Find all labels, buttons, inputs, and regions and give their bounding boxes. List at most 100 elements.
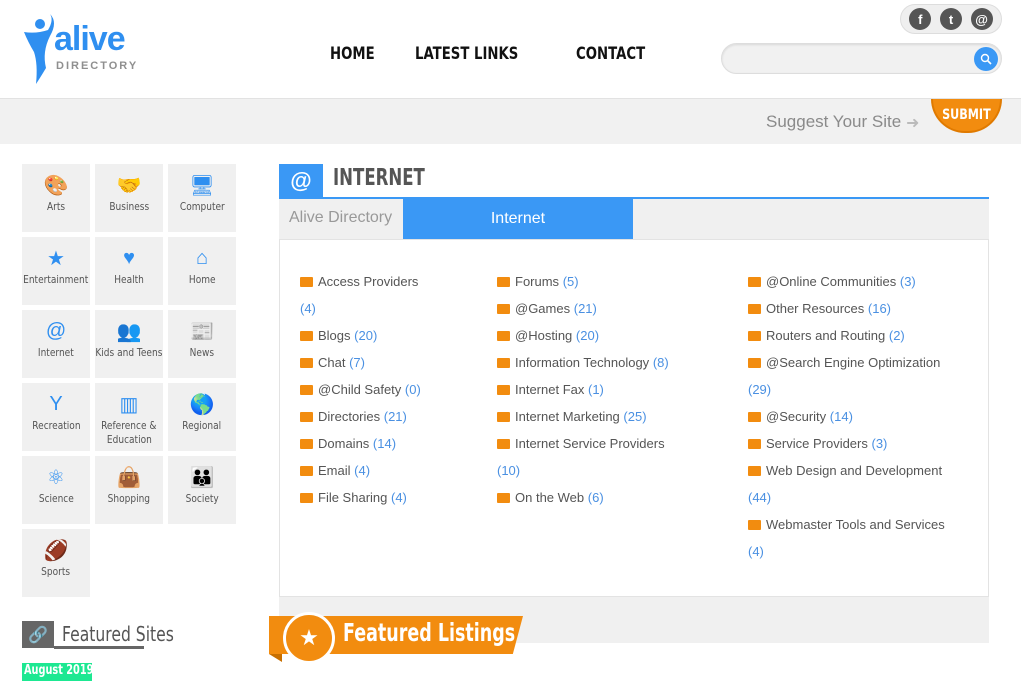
- star-badge-icon: ★: [283, 612, 335, 664]
- subcategory-name: Internet Fax: [515, 382, 585, 397]
- suggest-site-link[interactable]: Suggest Your Site: [766, 112, 901, 132]
- category-label: Regional: [182, 419, 222, 432]
- subcategory-count: (14): [829, 409, 853, 424]
- category-tile-science[interactable]: ⚛ Science: [22, 456, 90, 524]
- category-tile-society[interactable]: 👪 Society: [168, 456, 236, 524]
- subcategory-link[interactable]: Internet Service Providers: [497, 434, 737, 461]
- subcategory-name: Chat: [318, 355, 346, 370]
- category-label: Reference &: [101, 419, 157, 432]
- subcategory-name: @Online Communities: [766, 274, 897, 289]
- category-tile-recreation[interactable]: Y Recreation: [22, 383, 90, 451]
- subcategory-link[interactable]: Service Providers (3): [748, 434, 988, 461]
- subcategory-count: (7): [349, 355, 365, 370]
- subcategory-column-2: Forums (5) @Games (21) @Hosting (20) Inform…: [497, 272, 737, 515]
- search-input[interactable]: [722, 44, 962, 73]
- shopping-bag-icon: 👜: [116, 466, 142, 489]
- group-icon: 👪: [189, 466, 215, 489]
- category-tile-home[interactable]: ⌂ Home: [168, 237, 236, 305]
- subcategory-name: @Games: [515, 301, 571, 316]
- subcategory-count-row: (4): [748, 542, 988, 569]
- folder-icon: [748, 304, 761, 314]
- subcategory-count: (4): [391, 490, 407, 505]
- subcategory-name: @Search Engine Optimization: [766, 355, 941, 370]
- search-box: [721, 43, 1002, 74]
- folder-icon: [748, 331, 761, 341]
- subcategory-count: (6): [587, 490, 604, 505]
- category-label: Kids and Teens: [95, 346, 163, 359]
- nav-latest-links[interactable]: LATEST LINKS: [415, 44, 518, 64]
- folder-icon: [748, 277, 761, 287]
- subcategory-count: (20): [354, 328, 378, 343]
- nav-home[interactable]: HOME: [330, 44, 375, 64]
- category-tile-news[interactable]: 📰 News: [168, 310, 236, 378]
- newspaper-icon: 📰: [189, 320, 215, 343]
- submit-label: SUBMIT: [942, 107, 991, 123]
- category-tile-arts[interactable]: 🎨 Arts: [22, 164, 90, 232]
- subcategory-name: File Sharing: [318, 490, 388, 505]
- subcategory-link[interactable]: @Online Communities (3): [748, 272, 988, 299]
- subcategory-link[interactable]: Internet Fax (1): [497, 380, 737, 407]
- folder-icon: [497, 493, 510, 503]
- featured-date-badge: August 2019: [22, 663, 92, 681]
- subcategory-name: Other Resources: [766, 301, 865, 316]
- category-tile-reference[interactable]: ▥ Reference & Education: [95, 383, 163, 451]
- folder-icon: [497, 412, 510, 422]
- subcategory-count: (21): [383, 409, 407, 424]
- subcategory-link[interactable]: Forums (5): [497, 272, 737, 299]
- subcategory-link[interactable]: @Security (14): [748, 407, 988, 434]
- person-arms-up-icon: Y: [49, 392, 63, 415]
- category-tile-regional[interactable]: 🌎 Regional: [168, 383, 236, 451]
- subcategory-count: (4): [354, 463, 371, 478]
- social-links: f t @: [900, 4, 1002, 34]
- folder-icon: [300, 385, 313, 395]
- subcategory-name: Webmaster Tools and Services: [766, 517, 945, 532]
- site-logo[interactable]: alive DIRECTORY: [20, 12, 150, 84]
- subcategory-link[interactable]: Routers and Routing (2): [748, 326, 988, 353]
- folder-icon: [497, 331, 510, 341]
- category-tile-shopping[interactable]: 👜 Shopping: [95, 456, 163, 524]
- folder-icon: [300, 493, 313, 503]
- folder-icon: [748, 520, 761, 530]
- category-label: Home: [188, 273, 216, 286]
- subcategory-link[interactable]: On the Web (6): [497, 488, 737, 515]
- subcategory-link[interactable]: Webmaster Tools and Services: [748, 515, 988, 542]
- search-button[interactable]: [974, 47, 998, 71]
- breadcrumb-home[interactable]: Alive Directory: [289, 209, 392, 227]
- category-tile-business[interactable]: 🤝 Business: [95, 164, 163, 232]
- subcategory-link[interactable]: @Search Engine Optimization: [748, 353, 988, 380]
- subcategory-name: Email: [318, 463, 351, 478]
- subcategory-name: Internet Marketing: [515, 409, 620, 424]
- subcategory-link[interactable]: @Hosting (20): [497, 326, 737, 353]
- facebook-icon[interactable]: f: [909, 8, 932, 30]
- subcategory-name: Directories: [318, 409, 381, 424]
- category-tile-internet[interactable]: @ Internet: [22, 310, 90, 378]
- category-tile-kids-and-teens[interactable]: 👥 Kids and Teens: [95, 310, 163, 378]
- subcategory-link[interactable]: @Games (21): [497, 299, 737, 326]
- subcategory-link[interactable]: Information Technology (8): [497, 353, 737, 380]
- subcategory-count: (16): [867, 301, 892, 316]
- arrow-right-icon: ➜: [906, 115, 920, 132]
- subcategory-name: @Child Safety: [318, 382, 402, 397]
- subcategory-name: Forums: [515, 274, 560, 289]
- subcategory-count-row: (44): [748, 488, 988, 515]
- subcategory-count: (1): [588, 382, 604, 397]
- subcategory-link[interactable]: Web Design and Development: [748, 461, 988, 488]
- nav-contact[interactable]: CONTACT: [576, 44, 645, 64]
- subcategory-count: (4): [748, 544, 764, 559]
- subcategory-link[interactable]: Other Resources (16): [748, 299, 988, 326]
- twitter-icon[interactable]: t: [939, 8, 962, 30]
- category-tile-entertainment[interactable]: ★ Entertainment: [22, 237, 90, 305]
- globe-icon: 🌎: [189, 393, 215, 416]
- subcategory-count-row: (10): [497, 461, 737, 488]
- category-label: Shopping: [107, 492, 151, 505]
- category-tile-sports[interactable]: 🏈 Sports: [22, 529, 90, 597]
- subcategory-link[interactable]: Internet Marketing (25): [497, 407, 737, 434]
- subcategory-count: (4): [300, 301, 316, 316]
- category-label: Recreation: [31, 419, 81, 432]
- folder-icon: [748, 466, 761, 476]
- category-label: News: [189, 346, 215, 359]
- email-icon[interactable]: @: [970, 8, 993, 30]
- category-tile-health[interactable]: ♥ Health: [95, 237, 163, 305]
- category-tile-computer[interactable]: 🖥 Computer: [168, 164, 236, 232]
- featured-date: August 2019: [24, 663, 92, 678]
